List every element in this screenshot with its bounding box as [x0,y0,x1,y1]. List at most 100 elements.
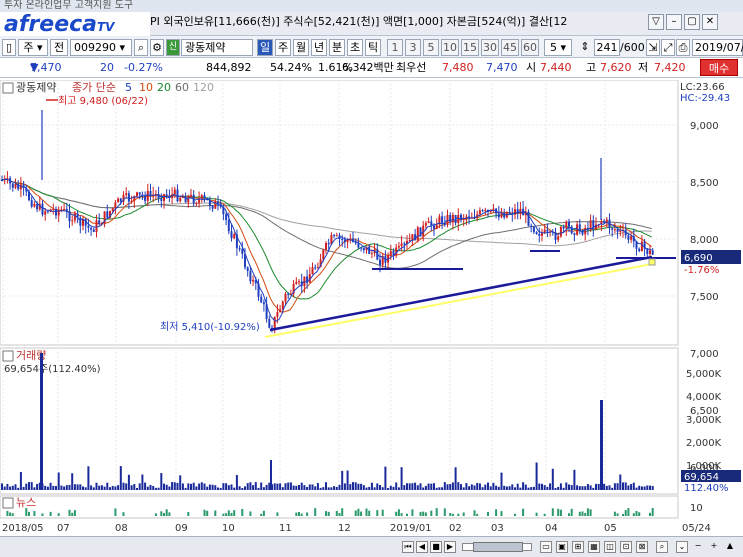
news-bar [249,511,252,516]
filter-icon[interactable]: ▽ [648,14,664,30]
period-select[interactable]: 주 ▾ [18,39,48,56]
candle-body [478,210,481,215]
volume-bar [127,474,130,490]
x-axis [0,519,743,534]
tab-second[interactable]: 초 [347,39,363,56]
volume-bar [489,486,492,490]
print-icon[interactable]: ⎙ [676,39,690,56]
lock-icon[interactable]: ⊠ [636,541,648,553]
volume-bar [311,484,314,490]
news-bar [457,513,460,516]
restore-icon[interactable]: ▢ [684,14,700,30]
stock-code-input[interactable]: 009290 ▾ [70,39,132,56]
news-bar [568,513,570,516]
price-box-pct: -1.76% [684,265,719,276]
scroll-toolbar: ⏮ ◀ ■ ▶ ▭ ▣ ⊞ ▦ ◫ ⊡ ⊠ ⌕ ⌄ − + ▲ [0,536,743,557]
volume-bar [457,482,460,490]
news-bar [354,510,357,516]
zoom-icon[interactable]: ⇲ [646,39,660,56]
interval-30[interactable]: 30 [481,39,499,56]
date-field[interactable]: 2019/07/ [692,39,743,56]
x-tick-label: 05/24 [682,523,711,534]
scroll-track[interactable] [462,542,532,552]
interval-60[interactable]: 60 [521,39,539,56]
tab-day[interactable]: 일 [257,39,273,56]
zoom-in-icon[interactable]: + [708,541,720,553]
interval-1[interactable]: 1 [387,39,403,56]
first-icon[interactable]: ⏮ [402,541,414,553]
ask-price: 7,480 [442,61,474,74]
chart-menu-icon[interactable] [2,82,14,94]
tab-week[interactable]: 주 [275,39,291,56]
interval-5[interactable]: 5 [423,39,439,56]
volume-bar [341,470,344,490]
interval-15[interactable]: 15 [461,39,479,56]
tab-year[interactable]: 년 [311,39,327,56]
candle-body [559,226,562,237]
volume-bar [522,482,525,490]
all-button[interactable]: 전 [50,39,68,56]
layout-icon[interactable]: ◫ [604,541,616,553]
expand-icon[interactable]: ▯ [2,39,16,56]
next-icon[interactable]: ▶ [444,541,456,553]
collapse-icon[interactable]: ⌄ [676,541,688,553]
news-bar [589,509,592,516]
search-icon-bottom[interactable]: ⌕ [656,541,668,553]
volume-bar [246,483,249,490]
scroll-thumb[interactable] [473,542,523,552]
volume-bar [60,485,63,490]
box-icon[interactable]: ▭ [540,541,552,553]
volume-bar [138,483,141,490]
stock-name-field[interactable]: 광동제약 [181,39,253,56]
close-icon[interactable]: ✕ [702,14,718,30]
volume-ratio: 54.24% [270,61,312,74]
minimize-icon[interactable]: – [666,14,682,30]
prev-icon[interactable]: ◀ [416,541,428,553]
expand-view-icon[interactable]: ⊡ [620,541,632,553]
news-bar [9,512,12,516]
search-icon[interactable]: ⌕ [134,39,148,56]
count-input[interactable]: 241 [594,39,620,56]
interval-45[interactable]: 45 [501,39,519,56]
settings-icon[interactable]: ⚙ [150,39,164,56]
tab-minute[interactable]: 분 [329,39,345,56]
current-price: 7,470 ▼ [30,58,62,78]
news-bar [422,511,425,516]
zoom-out-icon[interactable]: − [692,541,704,553]
volume-bar [557,486,560,490]
volume-bar [524,484,527,490]
news-bar [71,512,74,516]
interval-select[interactable]: 5 ▾ [544,39,572,56]
volume-bar [316,482,319,490]
volume-bar [303,485,306,490]
link-icon[interactable]: ⤢ [661,39,675,56]
volume-bar [373,487,376,490]
candle-body [71,220,74,222]
tab-month[interactable]: 월 [293,39,309,56]
news-bar [430,510,433,516]
ma-legend-10: 10 [139,81,153,94]
interval-10[interactable]: 10 [441,39,459,56]
stop-icon[interactable]: ■ [430,541,442,553]
news-bar [400,513,403,516]
volume-menu-icon[interactable] [2,350,14,362]
buy-button[interactable]: 매수 [700,59,738,76]
tab-tick[interactable]: 틱 [365,39,381,56]
news-menu-icon[interactable] [2,497,14,509]
candle-body [611,228,614,230]
stock-chart[interactable]: 광동제약 종가 단순 5 10 20 60 120 최고 9,480 (06/2… [0,80,743,557]
news-bar [154,513,157,516]
news-bar [357,508,360,516]
move-up-icon[interactable]: ▲ [724,541,736,553]
volume-bar [144,482,147,490]
candle-body [55,208,57,216]
split-icon[interactable]: ⊞ [572,541,584,553]
news-bar [514,513,516,516]
fit-icon[interactable]: ▣ [556,541,568,553]
volume-bar [36,483,39,490]
interval-3[interactable]: 3 [405,39,421,56]
grid-icon[interactable]: ▦ [588,541,600,553]
spinner-icon[interactable]: ⇕ [576,39,594,56]
news-bar [613,511,616,516]
candle-body [573,233,576,235]
